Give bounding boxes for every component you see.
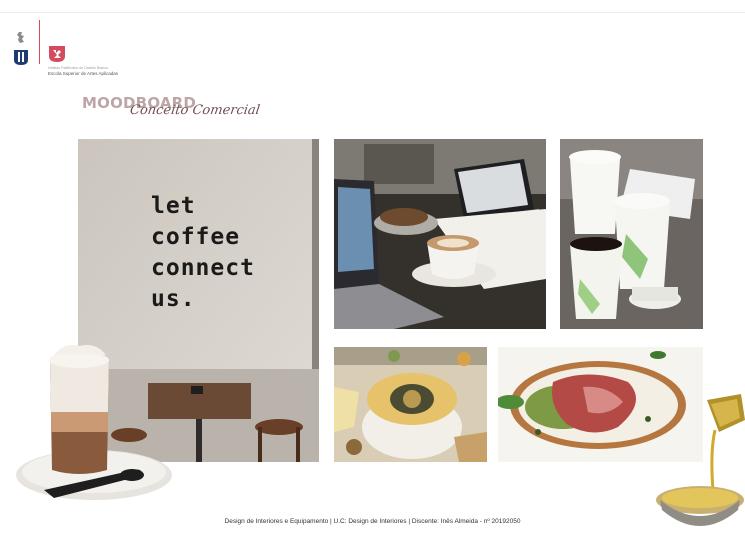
institution-crest-icon bbox=[14, 32, 28, 65]
school-logo-icon bbox=[49, 46, 65, 62]
photo-laptop-cafe bbox=[334, 139, 546, 329]
wall-line-1: let bbox=[151, 193, 196, 219]
school-name: Escola Superior de Artes Aplicadas bbox=[48, 71, 119, 76]
institution-name: Instituto Politécnico do Castelo Branco bbox=[48, 66, 108, 70]
moodboard-subtitle: Conceito Comercial bbox=[128, 103, 261, 118]
wall-line-2: coffee bbox=[151, 224, 241, 250]
latte-glass-cutout bbox=[16, 345, 172, 500]
logo-separator bbox=[39, 20, 40, 64]
top-divider bbox=[0, 12, 745, 13]
wall-lettering: let coffee connect us. bbox=[151, 191, 255, 315]
photo-paper-cups bbox=[560, 139, 703, 329]
footer-credits: Design de Interiores e Equipamento | U.C… bbox=[224, 518, 521, 525]
photo-cheese-board bbox=[334, 347, 487, 462]
olive-oil-cutout bbox=[656, 394, 745, 526]
wall-line-4: us. bbox=[151, 286, 196, 312]
wall-line-3: connect bbox=[151, 255, 255, 281]
